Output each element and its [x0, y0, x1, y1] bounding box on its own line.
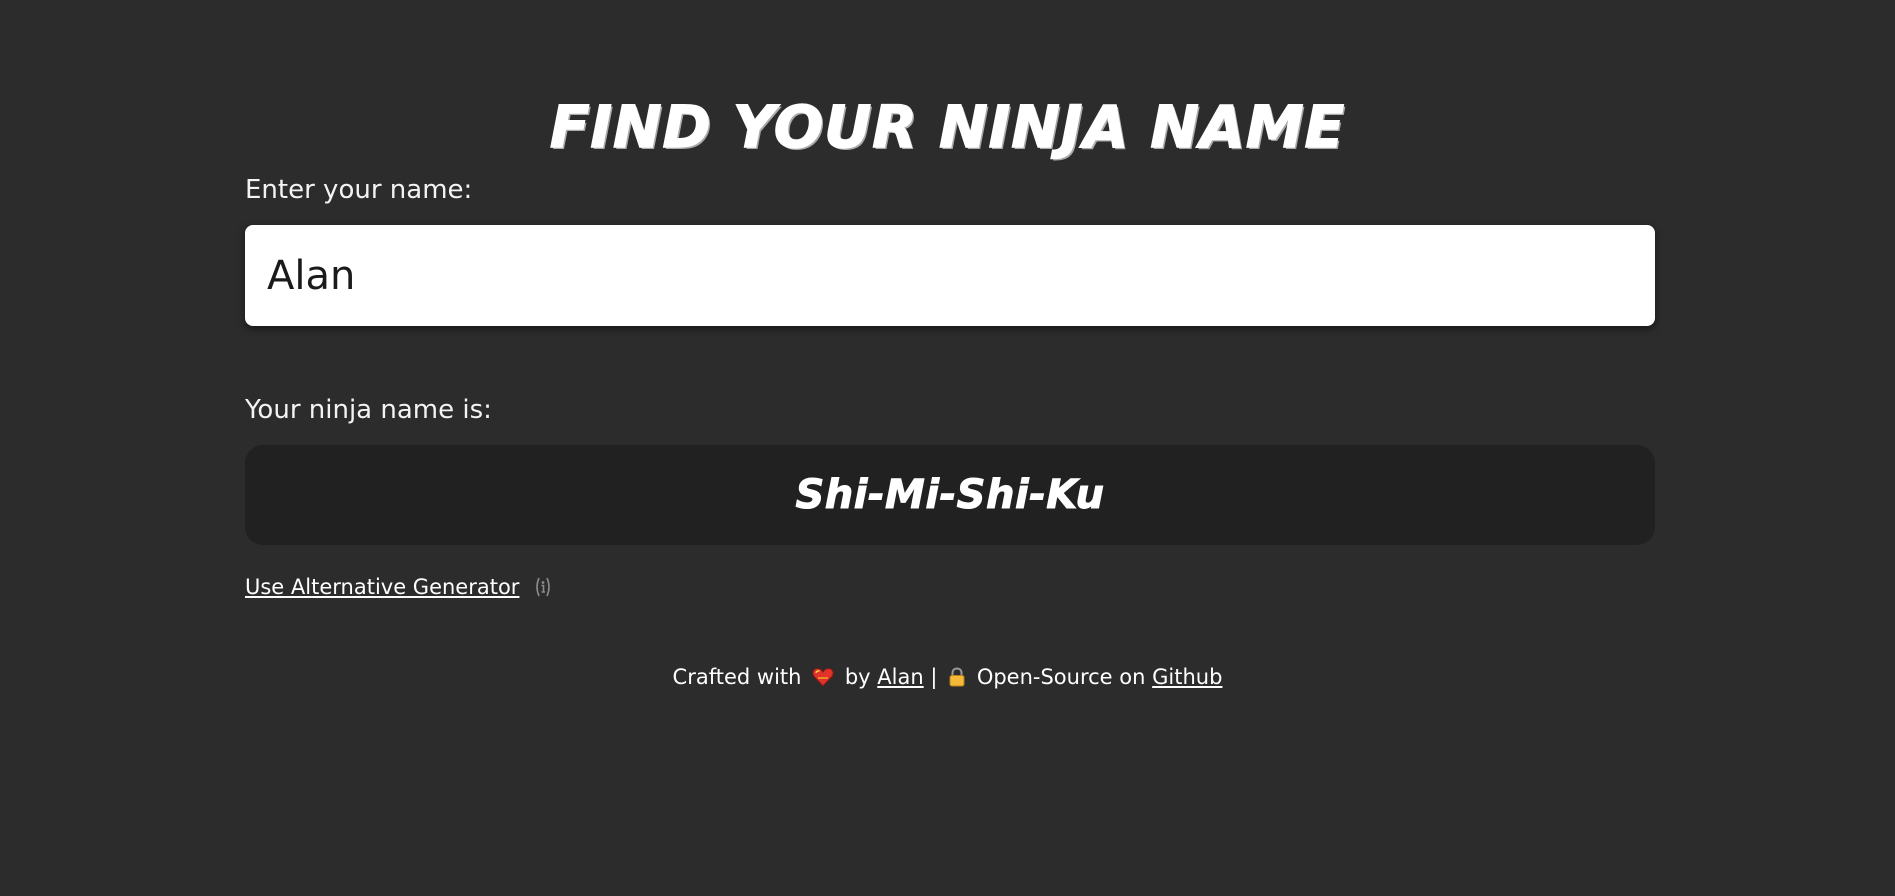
alternative-generator-row: Use Alternative Generator — [245, 572, 555, 602]
alternative-generator-link[interactable]: Use Alternative Generator — [245, 572, 519, 602]
footer-crafted-text: Crafted with — [672, 665, 802, 689]
ninja-name-output: Shi-Mi-Shi-Ku — [795, 472, 1105, 519]
footer-by-text: by — [844, 665, 871, 689]
footer-separator: | — [930, 665, 938, 689]
ninja-name-box: Shi-Mi-Shi-Ku — [245, 445, 1655, 545]
github-link[interactable]: Github — [1152, 665, 1222, 689]
name-input-label: Enter your name: — [245, 175, 473, 205]
lock-icon — [948, 665, 966, 695]
result-label: Your ninja name is: — [245, 395, 492, 425]
info-icon[interactable] — [531, 575, 555, 599]
footer-open-source-text: Open-Source on — [976, 665, 1146, 689]
name-input[interactable] — [245, 225, 1655, 326]
heart-icon — [812, 665, 834, 695]
page-title: FIND YOUR NINJA NAME — [549, 92, 1346, 162]
footer: Crafted with by Alan | Open-Source on Gi… — [0, 662, 1895, 695]
author-link[interactable]: Alan — [877, 665, 923, 689]
